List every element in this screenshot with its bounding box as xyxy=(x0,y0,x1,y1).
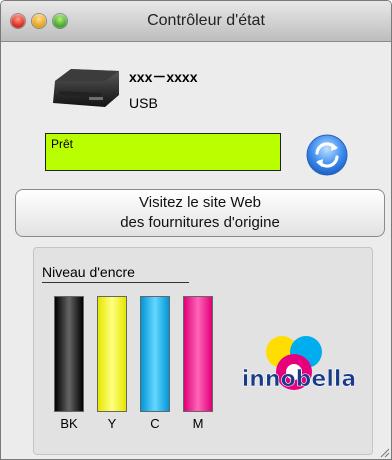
supplies-website-button[interactable]: Visitez le site Web des fournitures d'or… xyxy=(15,189,385,237)
status-monitor-window: Contrôleur d'état xxx－xxxx USB Prêt Visi… xyxy=(0,0,392,460)
ink-label-underline xyxy=(42,282,189,283)
cartridge-label-cyan: C xyxy=(150,416,160,431)
printer-icon xyxy=(53,69,119,107)
resize-grip-icon[interactable] xyxy=(378,446,390,458)
cartridge-label-magenta: M xyxy=(192,416,204,431)
ink-level-panel: Niveau d'encre BK Y C M innobella xyxy=(33,247,373,455)
ink-fill-yellow xyxy=(98,297,126,411)
cartridge-black xyxy=(54,296,84,412)
device-interface: USB xyxy=(129,95,158,111)
innobella-logo: innobella xyxy=(241,336,357,392)
ink-fill-cyan xyxy=(141,297,169,411)
ink-fill-magenta xyxy=(184,297,212,411)
cartridge-label-yellow: Y xyxy=(107,416,117,431)
logo-wordmark: innobella xyxy=(242,367,357,392)
status-display: Prêt xyxy=(45,133,281,171)
ink-level-label: Niveau d'encre xyxy=(42,264,135,280)
device-model: xxx－xxxx xyxy=(129,69,198,85)
refresh-icon[interactable] xyxy=(305,133,349,177)
title-bar[interactable]: Contrôleur d'état xyxy=(1,1,391,42)
cartridge-yellow xyxy=(97,296,127,412)
cartridge-cyan xyxy=(140,296,170,412)
website-button-line2: des fournitures d'origine xyxy=(120,214,280,231)
cartridge-label-black: BK xyxy=(60,416,78,431)
cartridge-magenta xyxy=(183,296,213,412)
website-button-line1: Visitez le site Web xyxy=(139,194,261,211)
window-title: Contrôleur d'état xyxy=(147,12,265,29)
ink-fill-black xyxy=(55,297,83,411)
